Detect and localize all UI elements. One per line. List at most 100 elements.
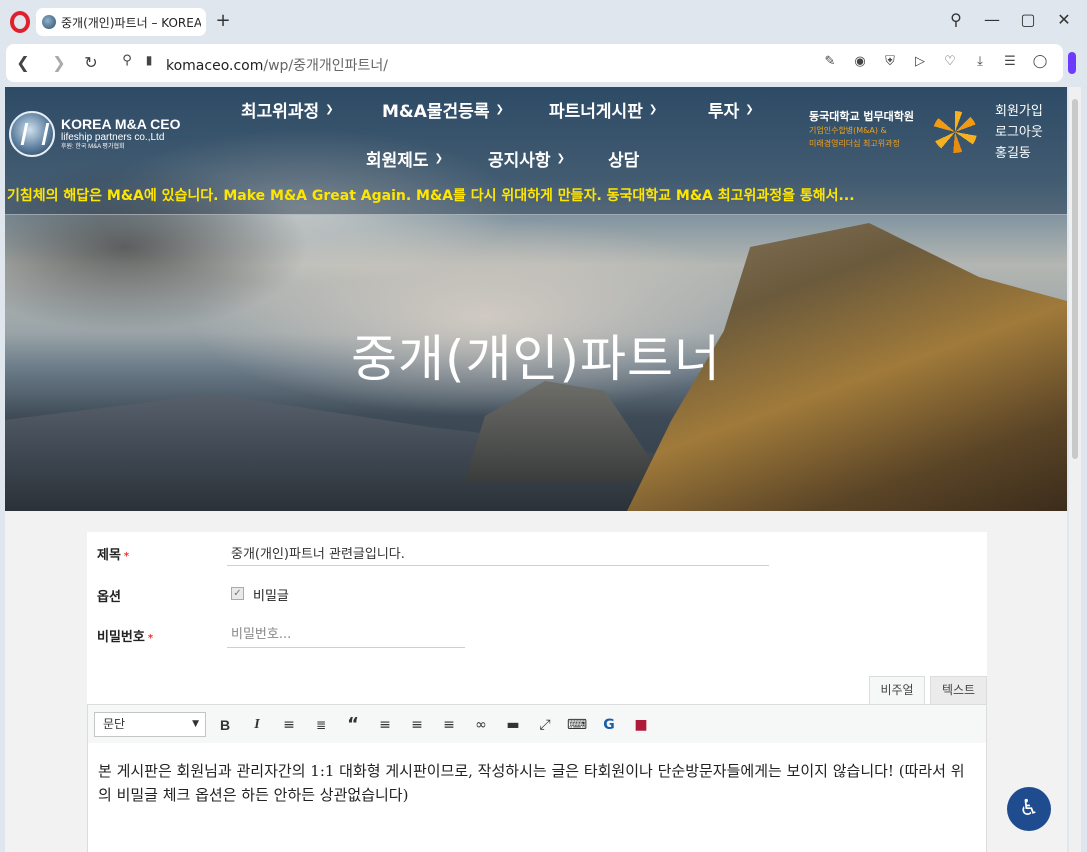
url-domain: komaceo.com: [166, 58, 264, 74]
username-link[interactable]: 홍길동: [995, 146, 1031, 162]
align-right-icon[interactable]: ≡: [438, 714, 460, 736]
nav-divider: [5, 214, 1067, 215]
tab-visual[interactable]: 비주얼: [869, 676, 925, 704]
search-icon[interactable]: ⚲: [946, 10, 966, 29]
settings-icon[interactable]: ☰: [1001, 54, 1019, 69]
title-input[interactable]: [227, 540, 769, 566]
required-mark: *: [147, 633, 154, 644]
title-label: 제목 *: [97, 544, 129, 563]
menu-label: 최고위과정: [241, 102, 320, 122]
hero-hill: [465, 381, 665, 481]
keyboard-icon[interactable]: ⌨: [566, 714, 588, 736]
scroll-thumb[interactable]: [1072, 99, 1078, 459]
menu-item-invest[interactable]: 투자 ❯: [708, 97, 754, 122]
password-input[interactable]: [227, 622, 465, 648]
fullscreen-icon[interactable]: ⤢: [534, 714, 556, 736]
reload-icon[interactable]: ↻: [82, 53, 100, 72]
minimize-icon[interactable]: —: [982, 10, 1002, 29]
menu-label: M&A물건등록: [382, 102, 490, 122]
close-icon[interactable]: ✕: [1054, 10, 1074, 29]
secret-checkbox[interactable]: ✓: [231, 587, 244, 600]
logo-sponsor: 후원: 한국 M&A 평가협회: [61, 144, 125, 150]
post-form: 제목* 옵션 ✓ 비밀글 비밀번호* 비주얼 텍스트 문단 ▼ B I ≡ ≣ …: [87, 532, 987, 852]
align-left-icon[interactable]: ≡: [374, 714, 396, 736]
logo-name: KOREA M&A CEO: [61, 116, 181, 132]
chevron-down-icon: ❯: [325, 104, 334, 115]
bold-icon[interactable]: B: [214, 714, 236, 736]
menu-item-consult[interactable]: 상담: [608, 146, 639, 171]
browser-tab[interactable]: 중개(개인)파트너 – KOREA: [36, 8, 206, 36]
page-title: 중개(개인)파트너: [350, 330, 721, 388]
heart-icon[interactable]: ♡: [941, 54, 959, 69]
menu-label: 상담: [608, 151, 640, 171]
opera-logo-icon[interactable]: [10, 11, 30, 33]
bullet-list-icon[interactable]: ≡: [278, 714, 300, 736]
download-icon[interactable]: ⤓: [971, 54, 989, 69]
option-label: 옵션: [97, 590, 121, 605]
blockquote-icon[interactable]: “: [342, 714, 364, 736]
profile-icon[interactable]: ◯: [1031, 54, 1049, 69]
hero-banner: KOREA M&A CEO lifeship partners co.,Ltd …: [5, 87, 1067, 511]
address-bar[interactable]: ❮ ❯ ↻ ⚲ ▮ komaceo.com/wp/중개개인파트너/ ✎ ◉ ⛨ …: [6, 44, 1063, 82]
dgu-banner[interactable]: 동국대학교 법무대학원 기업인수합병(M&A) & 미래경영리더십 최고위과정: [809, 109, 987, 159]
dgu-logo-icon: [933, 111, 977, 153]
chevron-down-icon: ❯: [648, 104, 658, 115]
page-scrollbar[interactable]: [1069, 87, 1081, 852]
shield-icon[interactable]: ⛨: [881, 54, 899, 69]
logo-emblem-icon: [9, 111, 55, 157]
numbered-list-icon[interactable]: ≣: [310, 714, 332, 736]
tab-text[interactable]: 텍스트: [930, 676, 987, 704]
password-label: 비밀번호 *: [97, 626, 153, 645]
play-icon[interactable]: ▷: [911, 54, 929, 69]
logo-subtitle: lifeship partners co.,Ltd: [61, 132, 165, 143]
menu-item-listing[interactable]: M&A물건등록 ❯: [382, 97, 504, 122]
chevron-down-icon: ❯: [434, 153, 443, 164]
chevron-down-icon: ❯: [745, 104, 754, 115]
extra-plugin-icon[interactable]: ■: [630, 714, 652, 736]
menu-label: 파트너게시판: [549, 102, 643, 122]
format-select-value: 문단: [103, 717, 126, 731]
italic-icon[interactable]: I: [246, 714, 268, 736]
title-label-text: 제목: [97, 548, 121, 563]
menu-item-notice[interactable]: 공지사항 ❯: [488, 146, 565, 171]
editor-content[interactable]: 본 게시판은 회원님과 관리자간의 1:1 대화형 게시판이므로, 작성하시는 …: [87, 743, 987, 852]
url-text[interactable]: komaceo.com/wp/중개개인파트너/: [166, 55, 388, 75]
menu-label: 투자: [708, 102, 740, 122]
lock-icon: ▮: [145, 53, 153, 67]
chevron-down-icon: ❯: [556, 153, 565, 164]
site-info-icon[interactable]: ⚲: [118, 53, 136, 68]
maximize-icon[interactable]: ▢: [1018, 10, 1038, 29]
format-select[interactable]: 문단 ▼: [94, 712, 206, 737]
camera-icon[interactable]: ◉: [851, 54, 869, 69]
editor-toolbar: 문단 ▼ B I ≡ ≣ “ ≡ ≡ ≡ ∞ ▬ ⤢ ⌨ G ■: [87, 704, 987, 744]
menu-item-partner-board[interactable]: 파트너게시판 ❯: [549, 97, 657, 122]
back-icon[interactable]: ❮: [14, 53, 32, 72]
align-center-icon[interactable]: ≡: [406, 714, 428, 736]
sidebar-toggle-icon[interactable]: [1068, 52, 1076, 74]
grammarly-icon[interactable]: G: [598, 714, 620, 736]
page-viewport: KOREA M&A CEO lifeship partners co.,Ltd …: [5, 87, 1067, 852]
password-label-text: 비밀번호: [97, 630, 145, 645]
logout-link[interactable]: 로그아웃: [995, 125, 1043, 141]
menu-item-course[interactable]: 최고위과정 ❯: [241, 97, 334, 122]
tab-title: 중개(개인)파트너 – KOREA: [61, 15, 201, 30]
accessibility-icon[interactable]: ♿: [1007, 787, 1051, 831]
read-more-icon[interactable]: ▬: [502, 714, 524, 736]
url-path: /wp/중개개인파트너/: [263, 58, 389, 74]
menu-label: 공지사항: [488, 151, 551, 171]
site-logo[interactable]: KOREA M&A CEO lifeship partners co.,Ltd …: [9, 111, 181, 157]
link-icon[interactable]: ∞: [470, 714, 492, 736]
new-tab-button[interactable]: +: [214, 11, 232, 31]
site-favicon-icon: [42, 15, 56, 29]
menu-item-membership[interactable]: 회원제도 ❯: [366, 146, 443, 171]
secret-checkbox-label[interactable]: 비밀글: [253, 585, 289, 604]
news-ticker[interactable]: 기침체의 해답은 M&A에 있습니다. Make M&A Great Again…: [7, 185, 855, 205]
select-arrow-icon: ▼: [192, 719, 199, 729]
menu-label: 회원제도: [366, 151, 429, 171]
browser-titlebar: 중개(개인)파트너 – KOREA + ⚲ — ▢ ✕: [0, 0, 1087, 44]
join-link[interactable]: 회원가입: [995, 104, 1043, 120]
required-mark: *: [123, 551, 130, 562]
forward-icon[interactable]: ❯: [50, 53, 68, 72]
edit-icon[interactable]: ✎: [821, 54, 839, 69]
chevron-down-icon: ❯: [495, 104, 504, 115]
